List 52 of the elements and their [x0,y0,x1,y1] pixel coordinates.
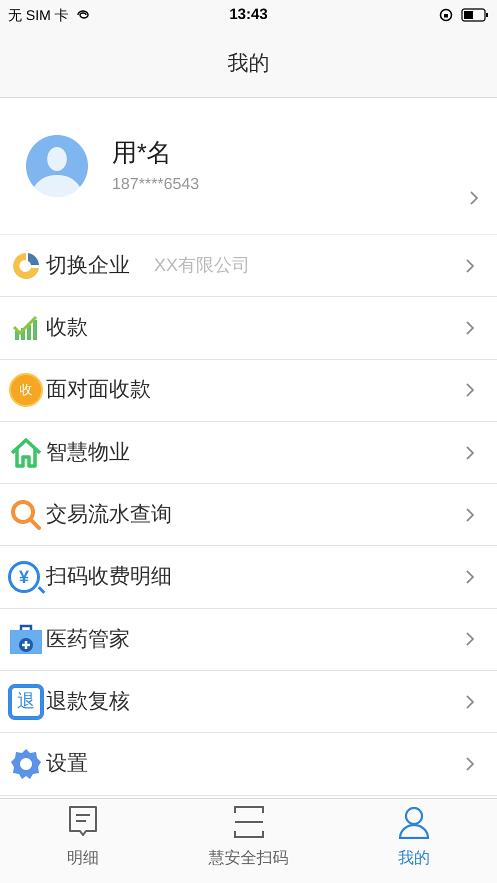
chevron-right-icon [465,631,475,648]
scan-icon [232,805,264,839]
search-icon [9,498,43,532]
message-icon [66,805,99,839]
menu-label: 交易流水查询 [46,502,172,528]
clock-text: 13:43 [229,4,268,25]
menu-item[interactable]: 退 退款复核 [0,671,497,734]
carrier-text: 无 SIM 卡 [8,6,69,24]
chevron-right-icon [465,382,475,398]
medical-kit-icon [9,623,43,656]
battery-icon [461,8,489,22]
menu-label: 收款 [46,315,88,342]
user-icon [398,805,430,839]
menu-label: 面对面收款 [46,377,151,404]
chevron-right-icon [465,694,475,710]
menu-item[interactable]: 医药管家 [0,608,497,672]
tab-item[interactable]: 慧安全扫码 [166,799,332,883]
chevron-right-icon [465,756,475,772]
chevron-right-icon [465,444,475,461]
menu-item[interactable]: 切换企业 XX有限公司 [0,235,497,298]
chevron-right-icon [469,190,479,206]
menu-label: 退款复核 [46,688,130,715]
profile-row[interactable]: 用*名 187****6543 [0,98,497,235]
menu-item[interactable]: 设置 [0,733,497,796]
coin-icon: 收 [9,373,43,408]
menu-item[interactable]: 智慧物业 [0,422,497,484]
avatar-icon [26,135,88,197]
menu-item[interactable]: ¥ 扫码收费明细 [0,546,497,609]
chevron-right-icon [465,569,475,586]
phone-number: 187****6543 [112,174,200,195]
settings-icon [9,747,43,782]
user-name: 用*名 [112,138,173,170]
menu-label: 切换企业 [46,252,130,279]
rotation-lock-icon [439,8,453,22]
tab-item[interactable]: 我的 [331,799,497,883]
menu-item[interactable]: 交易流水查询 [0,484,497,546]
tab-item[interactable]: 明细 [0,799,166,883]
menu-label: 设置 [46,751,88,778]
chevron-right-icon [465,258,475,274]
bar-chart-icon [13,314,39,341]
chevron-right-icon [465,506,475,523]
menu-item[interactable]: 收 面对面收款 [0,360,497,422]
menu-label: 扫码收费明细 [46,564,172,590]
refund-icon: 退 [8,684,44,720]
menu-label: 医药管家 [46,626,130,653]
pie-chart-icon [11,250,41,281]
menu-item[interactable]: 收款 [0,297,497,360]
menu-label: 智慧物业 [46,440,130,466]
company-name: XX有限公司 [154,254,250,278]
chevron-right-icon [465,320,475,336]
page-title: 我的 [228,50,270,77]
house-icon [9,436,43,469]
